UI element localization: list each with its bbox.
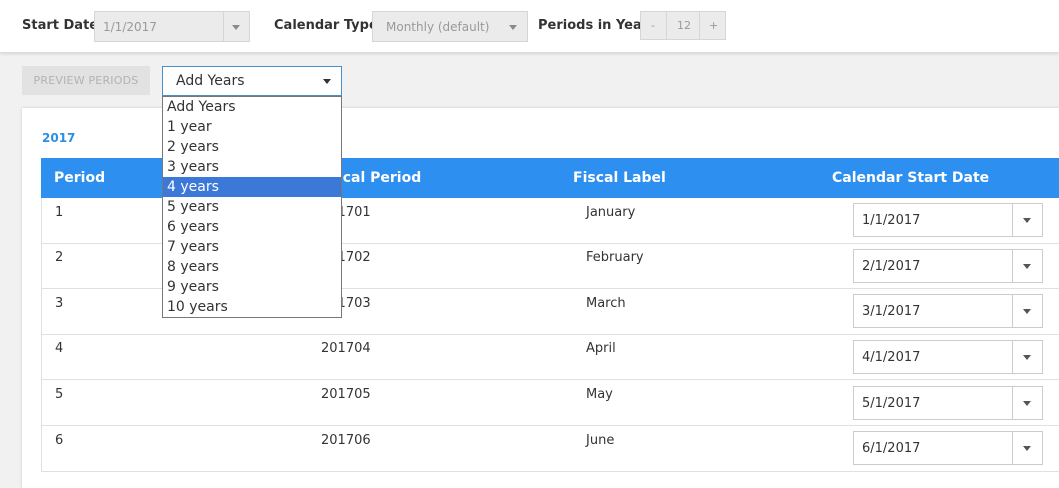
start-date-text: 1/1/2017 (862, 213, 921, 228)
stepper-divider (699, 12, 700, 39)
chevron-down-icon (1023, 264, 1031, 269)
add-years-dropdown-list: Add Years 1 year 2 years 3 years 4 years… (162, 96, 342, 318)
date-dropdown-toggle[interactable] (1012, 341, 1042, 373)
start-date-select[interactable]: 3/1/2017 (853, 294, 1043, 328)
chevron-down-icon (1023, 309, 1031, 314)
chevron-down-icon (1023, 218, 1031, 223)
date-dropdown-toggle[interactable] (1012, 432, 1042, 464)
add-years-value: Add Years (176, 73, 245, 89)
settings-toolbar: Start Date 1/1/2017 Calendar Type Monthl… (0, 0, 1059, 53)
cell-period: 4 (55, 341, 64, 356)
cell-fiscal-label: April (586, 341, 616, 356)
year-tab-2017[interactable]: 2017 (42, 131, 75, 145)
chevron-down-icon (1023, 355, 1031, 360)
add-years-option[interactable]: 3 years (163, 157, 341, 177)
start-date-value: 1/1/2017 (103, 20, 157, 34)
chevron-down-icon (1023, 401, 1031, 406)
cell-period: 6 (55, 433, 64, 448)
cell-period: 2 (55, 250, 64, 265)
start-date-text: 5/1/2017 (862, 396, 921, 411)
start-date-text: 6/1/2017 (862, 441, 921, 456)
start-date-text: 4/1/2017 (862, 350, 921, 365)
calendar-type-value: Monthly (default) (386, 20, 490, 34)
cell-fiscal-period: 201705 (321, 387, 371, 402)
date-dropdown-toggle[interactable] (1012, 387, 1042, 419)
add-years-option[interactable]: 8 years (163, 257, 341, 277)
add-years-option[interactable]: 10 years (163, 297, 341, 317)
start-date-label: Start Date (22, 18, 99, 33)
cell-fiscal-label: June (586, 433, 615, 448)
header-calendar-start-date: Calendar Start Date (832, 170, 990, 186)
add-years-option[interactable]: 2 years (163, 137, 341, 157)
table-row: 6 201706 June 6/1/2017 (41, 426, 1059, 472)
start-date-picker[interactable]: 1/1/2017 (94, 11, 250, 42)
add-years-option[interactable]: 5 years (163, 197, 341, 217)
add-years-option[interactable]: Add Years (163, 97, 341, 117)
start-date-select[interactable]: 2/1/2017 (853, 249, 1043, 283)
date-dropdown-toggle[interactable] (1012, 295, 1042, 327)
cell-period: 5 (55, 387, 64, 402)
header-period: Period (54, 170, 106, 186)
calendar-type-select[interactable]: Monthly (default) (372, 11, 528, 42)
cell-fiscal-label: March (586, 296, 626, 311)
chevron-down-icon (509, 25, 517, 30)
start-date-text: 2/1/2017 (862, 259, 921, 274)
periods-stepper: - 12 + (640, 11, 726, 40)
add-years-option-highlighted[interactable]: 4 years (163, 177, 341, 197)
add-years-select[interactable]: Add Years (162, 66, 342, 96)
chevron-down-icon (323, 79, 331, 84)
start-date-select[interactable]: 1/1/2017 (853, 203, 1043, 237)
cell-fiscal-period: 201706 (321, 433, 371, 448)
add-years-option[interactable]: 7 years (163, 237, 341, 257)
date-dropdown-toggle[interactable] (1012, 204, 1042, 236)
periods-value[interactable]: 12 (677, 19, 691, 32)
table-row: 4 201704 April 4/1/2017 (41, 334, 1059, 380)
cell-period: 3 (55, 296, 64, 311)
preview-periods-button[interactable]: PREVIEW PERIODS (22, 66, 150, 95)
cell-fiscal-label: February (586, 250, 644, 265)
periods-increment-button[interactable]: + (709, 19, 718, 32)
start-date-select[interactable]: 5/1/2017 (853, 386, 1043, 420)
cell-fiscal-label: May (586, 387, 613, 402)
periods-decrement-button[interactable]: - (651, 19, 655, 32)
periods-in-year-label: Periods in Year (538, 18, 649, 33)
add-years-option[interactable]: 6 years (163, 217, 341, 237)
start-date-select[interactable]: 4/1/2017 (853, 340, 1043, 374)
cell-fiscal-label: January (586, 205, 636, 220)
calendar-type-label: Calendar Type (274, 18, 378, 33)
start-date-text: 3/1/2017 (862, 304, 921, 319)
cell-fiscal-period: 201704 (321, 341, 371, 356)
date-dropdown-toggle[interactable] (1012, 250, 1042, 282)
start-date-toggle[interactable] (223, 12, 249, 41)
header-fiscal-label: Fiscal Label (573, 170, 666, 186)
chevron-down-icon (232, 25, 240, 30)
chevron-down-icon (1023, 446, 1031, 451)
table-row: 5 201705 May 5/1/2017 (41, 380, 1059, 426)
stepper-divider (666, 12, 667, 39)
add-years-option[interactable]: 1 year (163, 117, 341, 137)
add-years-option[interactable]: 9 years (163, 277, 341, 297)
cell-period: 1 (55, 205, 64, 220)
calendar-type-toggle[interactable] (501, 12, 527, 41)
start-date-select[interactable]: 6/1/2017 (853, 431, 1043, 465)
